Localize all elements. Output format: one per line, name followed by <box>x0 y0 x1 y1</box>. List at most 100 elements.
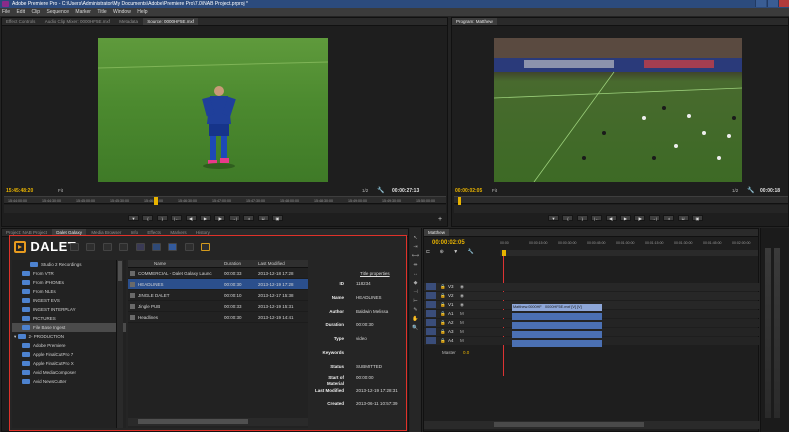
step-back-button[interactable]: |← <box>171 215 183 221</box>
source-time-ruler[interactable]: 15:44:00:00 15:44:30:00 15:45:00:00 15:45:3… <box>4 196 446 205</box>
prog-rewind-button[interactable]: ◀| <box>605 215 617 221</box>
track-target-toggle[interactable] <box>426 319 436 326</box>
program-video-frame[interactable] <box>494 38 742 182</box>
program-zoom-select[interactable]: 1/2 <box>732 188 738 193</box>
go-in-button[interactable]: } <box>156 215 168 221</box>
program-time-ruler[interactable] <box>454 196 788 205</box>
tree-scrollbar[interactable] <box>116 260 123 428</box>
asset-table-row[interactable]: HEADLINES 00:00:30 2013-12-19 17:28 <box>128 279 308 290</box>
rewind-button[interactable]: ◀| <box>185 215 197 221</box>
prog-export-frame-button[interactable]: ▣ <box>691 215 703 221</box>
clip-a1[interactable] <box>512 313 602 320</box>
sequence-icon[interactable] <box>135 243 145 251</box>
tree-folder-item[interactable]: Adobe Premiere <box>12 341 126 350</box>
mark-in-button[interactable]: ▼ <box>128 215 139 221</box>
prog-go-out-button[interactable]: →| <box>648 215 660 221</box>
tree-folder-item[interactable]: Apple FinalCutPro X <box>12 359 126 368</box>
timeline-wrench-icon[interactable]: 🔧 <box>468 249 474 255</box>
tab-sequence-matthew[interactable]: Matthew <box>424 229 450 236</box>
linked-selection-icon[interactable]: ⊕ <box>440 249 444 255</box>
tree-folder-item[interactable]: Studio 2 Recordings <box>12 260 126 269</box>
step-forward-button[interactable]: |▶ <box>214 215 226 221</box>
clip-a4[interactable] <box>512 340 602 347</box>
column-duration[interactable]: Duration <box>224 260 241 268</box>
go-out-button[interactable]: →| <box>228 215 240 221</box>
track-target-toggle[interactable] <box>426 292 436 299</box>
menu-title[interactable]: Title <box>97 8 106 16</box>
mute-icon[interactable]: M <box>460 319 464 327</box>
source-fit-select[interactable]: Fit <box>58 188 63 193</box>
menu-clip[interactable]: Clip <box>31 8 40 16</box>
tree-folder-item[interactable]: From VTR <box>12 269 126 278</box>
tree-folder-item[interactable]: PICTURES <box>12 314 126 323</box>
link-icon[interactable] <box>184 243 194 251</box>
export-frame-button[interactable]: ▣ <box>271 215 283 221</box>
lift-button[interactable]: ⅎ <box>663 215 675 221</box>
tree-folder-item[interactable]: Avid NewsCutter <box>12 377 126 386</box>
upload-icon[interactable] <box>86 243 96 251</box>
source-zoom-select[interactable]: 1/2 <box>362 188 368 193</box>
add-marker-icon[interactable]: ▼ <box>453 249 458 255</box>
snap-icon[interactable]: ⊏ <box>426 249 430 255</box>
zoom-tool-icon[interactable]: 🔍 <box>410 324 421 333</box>
track-target-toggle[interactable] <box>426 310 436 317</box>
eye-icon[interactable]: ◉ <box>460 292 464 300</box>
track-target-toggle[interactable] <box>426 328 436 335</box>
eye-icon[interactable]: ◉ <box>460 301 464 309</box>
timeline-work-area[interactable] <box>500 250 758 256</box>
selection-tool-icon[interactable]: ↖ <box>410 234 421 243</box>
overwrite-button[interactable]: ⊔ <box>257 215 269 221</box>
asset-table-row[interactable]: JINGLE DALET 00:00:10 2013-12-17 15:38 <box>128 290 308 301</box>
pen-tool-icon[interactable]: ✎ <box>410 306 421 315</box>
settings-icon[interactable] <box>201 243 211 251</box>
source-playhead[interactable] <box>154 197 158 205</box>
menu-help[interactable]: Help <box>137 8 147 16</box>
clip-v1-matthew[interactable]: Matthew.0000HF <box>512 304 544 311</box>
slide-tool-icon[interactable]: ⊢ <box>410 297 421 306</box>
tab-source[interactable]: Source: 0000HF5E.mxf <box>143 18 199 25</box>
download-icon[interactable] <box>70 243 79 251</box>
program-scrubber[interactable] <box>454 205 788 213</box>
close-button[interactable] <box>778 0 789 7</box>
asset-table-row[interactable]: Headlines 00:00:30 2013-12-19 14:41 <box>128 312 308 323</box>
tree-folder-item[interactable]: File Base Ingest <box>12 323 126 332</box>
tab-metadata[interactable]: Metadata <box>115 18 142 25</box>
prog-step-forward-button[interactable]: |▶ <box>634 215 646 221</box>
expand-arrow-icon[interactable]: ▾ <box>14 334 18 339</box>
tree-folder-item[interactable]: Apple FinalCutPro 7 <box>12 350 126 359</box>
program-fit-select[interactable]: Fit <box>492 188 497 193</box>
program-playhead[interactable] <box>458 197 461 205</box>
insert-button[interactable]: ⅎ <box>243 215 255 221</box>
lock-icon[interactable]: 🔒 <box>440 310 446 318</box>
clip-a3[interactable] <box>512 331 602 338</box>
rolling-edit-tool-icon[interactable]: ⇹ <box>410 261 421 270</box>
program-wrench-icon[interactable]: 🔧 <box>747 187 754 194</box>
track-target-toggle[interactable] <box>426 337 436 344</box>
ripple-edit-tool-icon[interactable]: ⟷ <box>410 252 421 261</box>
mute-icon[interactable]: M <box>460 337 464 345</box>
tree-folder-item[interactable]: INGEST INTERPLAY <box>12 305 126 314</box>
source-scrubber[interactable] <box>4 205 446 213</box>
source-video-frame[interactable] <box>98 38 328 182</box>
play-media-icon[interactable] <box>119 243 129 251</box>
tree-folder-item[interactable]: From NLEs <box>12 287 126 296</box>
wrench-icon[interactable]: 🔧 <box>377 187 384 194</box>
prog-step-back-button[interactable]: |← <box>591 215 603 221</box>
tree-folder-item[interactable]: Avid MediaComposer <box>12 368 126 377</box>
prog-mark-out-button[interactable]: { <box>562 215 574 221</box>
tree-folder-item[interactable]: ▾ 2- PRODUCTION <box>12 332 126 341</box>
maximize-button[interactable] <box>767 0 778 7</box>
grid-view-icon[interactable] <box>168 243 178 251</box>
track-target-toggle[interactable] <box>426 283 436 290</box>
eye-icon[interactable]: ◉ <box>460 283 464 291</box>
track-select-tool-icon[interactable]: ⇥ <box>410 243 421 252</box>
lock-icon[interactable]: 🔒 <box>440 301 446 309</box>
lock-icon[interactable]: 🔒 <box>440 337 446 345</box>
menu-marker[interactable]: Marker <box>75 8 91 16</box>
asset-table-row[interactable]: Jingle PUB 00:00:33 2013-12-19 15:31 <box>128 301 308 312</box>
tree-folder-item[interactable]: From iPHONEs <box>12 278 126 287</box>
tab-program[interactable]: Program: Matthew <box>452 18 497 25</box>
column-name[interactable]: Name <box>154 260 166 268</box>
tree-folder-item[interactable]: INGEST EVS <box>12 296 126 305</box>
track-target-toggle[interactable] <box>426 301 436 308</box>
